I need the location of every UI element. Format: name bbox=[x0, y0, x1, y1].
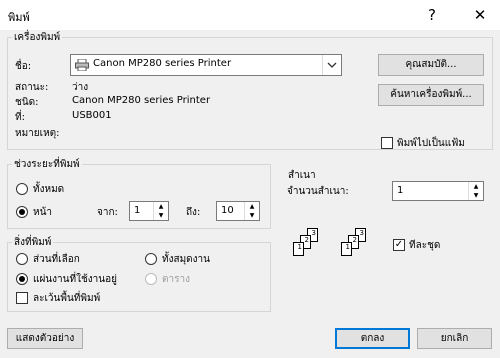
find-printer-button[interactable]: ค้นหาเครื่องพิมพ์... bbox=[378, 84, 484, 106]
spin-down-icon[interactable]: ▼ bbox=[245, 211, 259, 220]
copies-group-label: สำเนา bbox=[288, 170, 316, 181]
range-all-radio[interactable] bbox=[16, 183, 28, 195]
print-to-file-checkbox[interactable] bbox=[381, 137, 393, 149]
from-value: 1 bbox=[134, 205, 141, 216]
printer-name-label: ชื่อ: bbox=[15, 61, 32, 72]
to-value: 10 bbox=[221, 205, 234, 216]
entire-workbook-label: ทั้งสมุดงาน bbox=[162, 254, 210, 265]
type-value: Canon MP280 series Printer bbox=[72, 95, 211, 106]
ignore-print-area-label: ละเว้นพื้นที่พิมพ์ bbox=[33, 293, 101, 304]
spin-down-icon[interactable]: ▼ bbox=[154, 211, 168, 220]
range-all-label: ทั้งหมด bbox=[33, 184, 65, 195]
copies-count-input[interactable]: 1 ▲ ▼ bbox=[392, 181, 484, 201]
type-label: ชนิด: bbox=[15, 97, 39, 108]
spin-up-icon[interactable]: ▲ bbox=[469, 182, 483, 191]
spin-up-icon[interactable]: ▲ bbox=[245, 202, 259, 211]
printer-name-select[interactable]: Canon MP280 series Printer bbox=[70, 54, 342, 76]
print-what-group-label: สิ่งที่พิมพ์ bbox=[14, 237, 52, 248]
to-label: ถึง: bbox=[186, 207, 201, 218]
selection-label: ส่วนที่เลือก bbox=[33, 254, 80, 265]
printer-icon bbox=[75, 58, 89, 72]
comment-label: หมายเหตุ: bbox=[15, 128, 60, 139]
collate-stack-icon-1: 3 2 1 bbox=[287, 228, 327, 268]
from-label: จาก: bbox=[97, 207, 118, 218]
collate-label: ทีละชุด bbox=[409, 240, 441, 251]
spin-down-icon[interactable]: ▼ bbox=[469, 191, 483, 200]
spin-up-icon[interactable]: ▲ bbox=[154, 202, 168, 211]
copies-spinner[interactable]: ▲ ▼ bbox=[468, 182, 483, 200]
where-label: ที่: bbox=[15, 112, 25, 123]
window-title: พิมพ์ bbox=[8, 11, 30, 24]
printer-name-value: Canon MP280 series Printer bbox=[93, 58, 232, 69]
from-spinner[interactable]: ▲ ▼ bbox=[153, 202, 168, 220]
to-input[interactable]: 10 ▲ ▼ bbox=[216, 201, 260, 221]
close-button[interactable]: ✕ bbox=[468, 4, 492, 26]
ignore-print-area-checkbox[interactable] bbox=[16, 292, 28, 304]
copies-count-value: 1 bbox=[397, 185, 404, 196]
collate-stack-icon-2: 3 2 1 bbox=[335, 228, 375, 268]
page-1-icon: 1 bbox=[293, 242, 304, 256]
properties-button[interactable]: คุณสมบัติ... bbox=[378, 54, 484, 76]
collate-checkbox[interactable]: ✓ bbox=[393, 239, 405, 251]
table-label: ตาราง bbox=[162, 274, 190, 285]
print-range-group-label: ช่วงระยะที่พิมพ์ bbox=[14, 159, 80, 170]
selection-radio[interactable] bbox=[16, 253, 28, 265]
ok-button[interactable]: ตกลง bbox=[335, 328, 410, 349]
from-input[interactable]: 1 ▲ ▼ bbox=[129, 201, 169, 221]
print-to-file-label: พิมพ์ไปเป็นแฟ้ม bbox=[397, 138, 465, 149]
page-1-icon: 1 bbox=[341, 242, 352, 256]
to-spinner[interactable]: ▲ ▼ bbox=[244, 202, 259, 220]
table-radio bbox=[145, 273, 157, 285]
cancel-button[interactable]: ยกเลิก bbox=[417, 328, 492, 349]
active-sheets-radio[interactable] bbox=[16, 273, 28, 285]
status-value: ว่าง bbox=[72, 82, 89, 93]
range-pages-label: หน้า bbox=[33, 207, 53, 218]
copies-count-label: จำนวนสำเนา: bbox=[287, 186, 349, 197]
entire-workbook-radio[interactable] bbox=[145, 253, 157, 265]
title-bar: พิมพ์ ? ✕ bbox=[0, 0, 500, 30]
active-sheets-label: แผ่นงานที่ใช้งานอยู่ bbox=[33, 274, 117, 285]
help-button[interactable]: ? bbox=[420, 4, 444, 26]
preview-button[interactable]: แสดงตัวอย่าง bbox=[7, 328, 83, 349]
where-value: USB001 bbox=[72, 110, 112, 121]
chevron-down-icon[interactable] bbox=[322, 55, 341, 75]
printer-group-label: เครื่องพิมพ์ bbox=[14, 32, 61, 43]
status-label: สถานะ: bbox=[15, 82, 49, 93]
range-pages-radio[interactable] bbox=[16, 206, 28, 218]
